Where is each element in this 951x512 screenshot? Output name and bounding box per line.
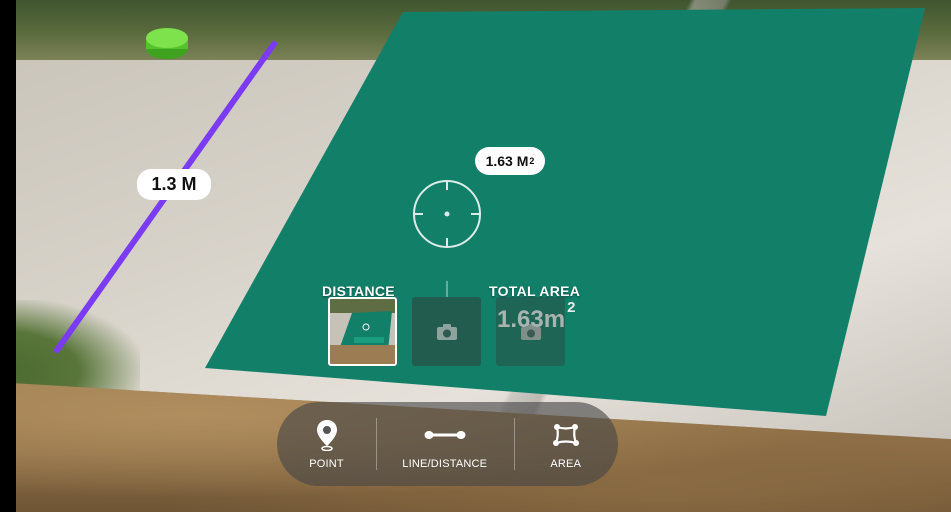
total-area-number: 1.63m <box>497 306 566 333</box>
point-mode-button[interactable]: POINT <box>277 402 376 486</box>
anchor-point-icon[interactable] <box>146 28 188 59</box>
line-distance-mode-button[interactable]: LINE/DISTANCE <box>376 402 514 486</box>
area-mode-button[interactable]: AREA <box>513 402 619 486</box>
point-mode-label: POINT <box>309 458 344 470</box>
area-size-unit-sup: 2 <box>529 156 535 166</box>
measured-area-plane[interactable] <box>205 8 925 416</box>
ar-camera-view[interactable]: 1.3 M 1.63 M2 DISTANCE TOTAL AREA 1.63m 2 <box>0 0 951 512</box>
location-pin-icon <box>310 418 344 452</box>
area-polygon-icon <box>549 418 583 452</box>
capture-thumbnail[interactable] <box>328 297 397 366</box>
line-length-label: 1.3 M <box>137 169 211 200</box>
total-area-sup: 2 <box>567 299 576 316</box>
line-distance-icon <box>423 418 467 452</box>
area-mode-label: AREA <box>550 458 582 470</box>
area-size-value: 1.63 M <box>485 153 529 169</box>
total-area-value: 1.63m 2 <box>497 299 575 334</box>
line-distance-mode-label: LINE/DISTANCE <box>402 458 488 470</box>
area-size-label: 1.63 M2 <box>475 147 545 175</box>
capture-slot-empty[interactable] <box>412 297 481 366</box>
thumbnail-preview-image <box>330 299 395 364</box>
measure-mode-toolbar: POINT LINE/DISTANCE AREA <box>277 402 618 486</box>
camera-icon <box>436 323 457 340</box>
